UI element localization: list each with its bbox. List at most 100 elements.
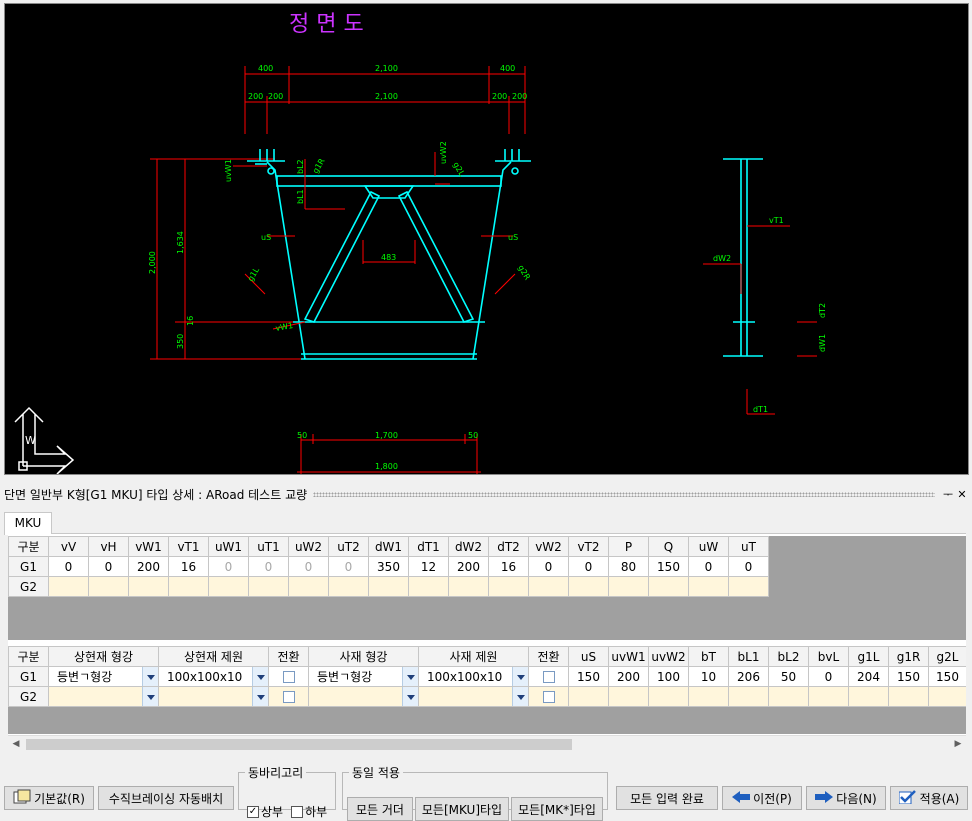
grid-cell[interactable] — [848, 686, 889, 707]
upper-flip-checkbox[interactable] — [282, 671, 295, 683]
grid-cell[interactable] — [248, 576, 289, 597]
cell-dW1[interactable]: 350 — [368, 556, 409, 577]
chevron-down-icon[interactable] — [512, 687, 528, 706]
chevron-down-icon[interactable] — [512, 667, 528, 686]
chevron-down-icon[interactable] — [252, 667, 268, 686]
grid-cell[interactable] — [808, 686, 849, 707]
cell-dT2[interactable]: 16 — [488, 556, 529, 577]
cell-vW1[interactable]: 200 — [128, 556, 169, 577]
grid-cell[interactable] — [168, 576, 209, 597]
grid-cell[interactable] — [728, 576, 769, 597]
all-mku-button[interactable]: 모든[MKU]타입 — [415, 797, 509, 821]
cell-bL2[interactable]: 50 — [768, 666, 809, 687]
tab-mku[interactable]: MKU — [4, 512, 52, 535]
all-mk-button[interactable]: 모든[MK*]타입 — [511, 797, 603, 821]
cell-vW2[interactable]: 0 — [528, 556, 569, 577]
grid-cell[interactable] — [888, 686, 929, 707]
checkbox-empty-icon[interactable] — [291, 805, 304, 818]
cell-bvL[interactable]: 0 — [808, 666, 849, 687]
upper-shape-select[interactable]: 등변ㄱ형강 — [48, 666, 159, 687]
bari-lower-checkbox[interactable]: 하부 — [291, 803, 327, 820]
cell-uW2[interactable]: 0 — [288, 556, 329, 577]
diag-flip-checkbox-cell[interactable] — [528, 686, 569, 707]
upper-flip-checkbox-cell[interactable] — [268, 686, 309, 707]
cell-dW2[interactable]: 200 — [448, 556, 489, 577]
title-grip[interactable] — [313, 491, 935, 497]
grid-cell[interactable] — [328, 576, 369, 597]
scroll-left-icon[interactable]: ◀ — [8, 736, 24, 753]
next-button[interactable]: 다음(N) — [806, 786, 886, 810]
cell-P[interactable]: 80 — [608, 556, 649, 577]
grid-cell[interactable] — [48, 576, 89, 597]
diag-shape-select[interactable] — [308, 686, 419, 707]
grid-cell[interactable] — [88, 576, 129, 597]
upper-flip-checkbox-cell[interactable] — [268, 666, 309, 687]
upper-flip-checkbox[interactable] — [282, 691, 295, 703]
grid-cell[interactable] — [728, 686, 769, 707]
diag-flip-checkbox-cell[interactable] — [528, 666, 569, 687]
grid-cell[interactable] — [928, 686, 966, 707]
grid-cell[interactable] — [688, 576, 729, 597]
grid-cell[interactable] — [448, 576, 489, 597]
cell-Q[interactable]: 150 — [648, 556, 689, 577]
cell-uT2[interactable]: 0 — [328, 556, 369, 577]
grid-cell[interactable] — [688, 686, 729, 707]
cell-vH[interactable]: 0 — [88, 556, 129, 577]
diag-flip-checkbox[interactable] — [542, 671, 555, 683]
cell-vT2[interactable]: 0 — [568, 556, 609, 577]
grid-cell[interactable] — [648, 576, 689, 597]
cad-drawing-view[interactable]: 정 면 도 400 2,100 400 200 200 2,100 200 20… — [4, 3, 969, 475]
cell-uS[interactable]: 150 — [568, 666, 609, 687]
grid-cell[interactable] — [648, 686, 689, 707]
apply-button[interactable]: 적용(A) — [890, 786, 968, 810]
pin-icon[interactable]: ᅮ — [941, 486, 955, 502]
cell-dT1[interactable]: 12 — [408, 556, 449, 577]
cell-vT1[interactable]: 16 — [168, 556, 209, 577]
chevron-down-icon[interactable] — [252, 687, 268, 706]
auto-bracing-button[interactable]: 수직브레이싱 자동배치 — [98, 786, 234, 810]
grid-cell[interactable] — [608, 576, 649, 597]
upper-spec-select[interactable] — [158, 686, 269, 707]
scroll-thumb[interactable] — [26, 739, 572, 750]
cell-uT[interactable]: 0 — [728, 556, 769, 577]
grid-cell[interactable] — [568, 686, 609, 707]
chevron-down-icon[interactable] — [402, 687, 418, 706]
diag-spec-select[interactable]: 100x100x10 — [418, 666, 529, 687]
close-icon[interactable]: ✕ — [955, 488, 969, 501]
cell-uW1[interactable]: 0 — [208, 556, 249, 577]
chevron-down-icon[interactable] — [142, 667, 158, 686]
grid-cell[interactable] — [128, 576, 169, 597]
cell-g1R[interactable]: 150 — [888, 666, 929, 687]
horizontal-scrollbar[interactable]: ◀ ▶ — [8, 735, 966, 752]
cell-bT[interactable]: 10 — [688, 666, 729, 687]
cell-bL1[interactable]: 206 — [728, 666, 769, 687]
chevron-down-icon[interactable] — [142, 687, 158, 706]
all-input-done-button[interactable]: 모든 입력 완료 — [616, 786, 718, 810]
grid-cell[interactable] — [768, 686, 809, 707]
cell-uW[interactable]: 0 — [688, 556, 729, 577]
cell-uvW1[interactable]: 200 — [608, 666, 649, 687]
cell-g2L[interactable]: 150 — [928, 666, 966, 687]
diag-flip-checkbox[interactable] — [542, 691, 555, 703]
grid-cell[interactable] — [368, 576, 409, 597]
diag-shape-select[interactable]: 등변ㄱ형강 — [308, 666, 419, 687]
upper-spec-select[interactable]: 100x100x10 — [158, 666, 269, 687]
grid-cell[interactable] — [568, 576, 609, 597]
grid-cell[interactable] — [408, 576, 449, 597]
grid-cell[interactable] — [528, 576, 569, 597]
all-girder-button[interactable]: 모든 거더 — [347, 797, 413, 821]
diag-spec-select[interactable] — [418, 686, 529, 707]
grid-cell[interactable] — [488, 576, 529, 597]
default-values-button[interactable]: 기본값(R) — [4, 786, 94, 810]
grid-cell[interactable] — [608, 686, 649, 707]
grid-cell[interactable] — [208, 576, 249, 597]
bari-upper-checkbox[interactable]: ✓ 상부 — [247, 803, 283, 820]
check-icon[interactable]: ✓ — [247, 805, 259, 818]
cell-g1L[interactable]: 204 — [848, 666, 889, 687]
chevron-down-icon[interactable] — [402, 667, 418, 686]
prev-button[interactable]: 이전(P) — [722, 786, 802, 810]
upper-shape-select[interactable] — [48, 686, 159, 707]
scroll-right-icon[interactable]: ▶ — [950, 736, 966, 753]
cell-uvW2[interactable]: 100 — [648, 666, 689, 687]
grid-cell[interactable] — [288, 576, 329, 597]
